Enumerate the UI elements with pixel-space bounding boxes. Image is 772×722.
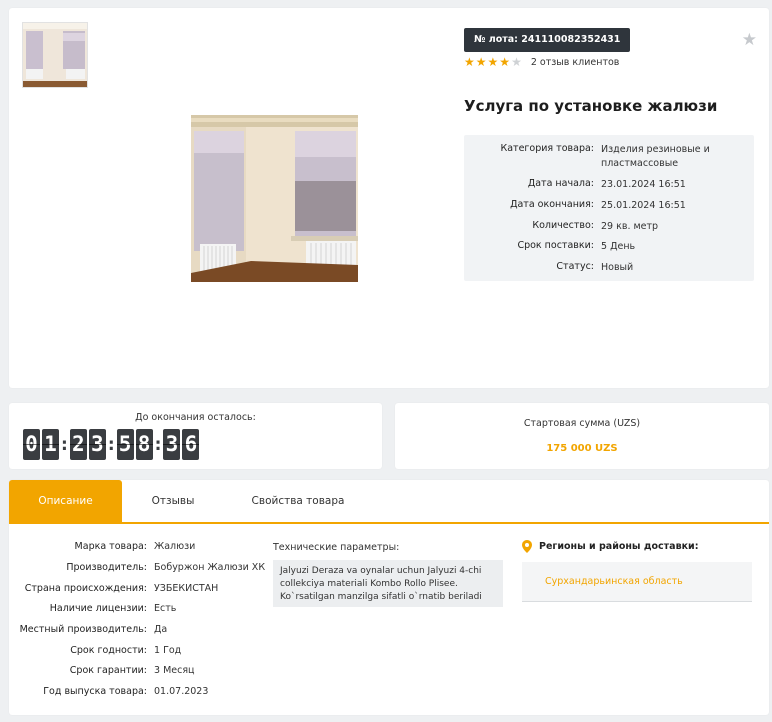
product-main-image[interactable] xyxy=(191,115,358,282)
spec-value: 1 Год xyxy=(154,645,182,656)
timer-digit: 8 xyxy=(135,429,153,460)
technical-param-line: collekciya materiali Kombo Rollo Plisee. xyxy=(280,579,458,589)
info-label: Статус: xyxy=(556,261,594,272)
spec-label: Страна происхождения: xyxy=(24,583,147,594)
timer-digit: 2 xyxy=(69,429,87,460)
spec-label: Срок годности: xyxy=(70,645,147,656)
timer-digit: 5 xyxy=(116,429,134,460)
timer-separator: : xyxy=(61,434,68,455)
spec-value: Бобуржон Жалюзи ХК xyxy=(154,562,266,573)
technical-params-box: Jalyuzi Deraza va oynalar uchun Jalyuzi … xyxy=(273,560,503,607)
info-label: Дата окончания: xyxy=(510,199,594,210)
map-pin-icon xyxy=(522,540,532,553)
countdown-timer: 0 1 : 2 3 : 5 8 : 3 6 xyxy=(23,429,201,460)
spec-row-country: Страна происхождения: УЗБЕКИСТАН xyxy=(9,583,259,597)
info-label: Количество: xyxy=(532,220,594,231)
rating-star-empty-icon: ★ xyxy=(511,55,522,69)
info-value: 25.01.2024 16:51 xyxy=(601,200,686,211)
countdown-label: До окончания осталось: xyxy=(135,412,256,423)
timer-digit: 3 xyxy=(88,429,106,460)
spec-value: 3 Месяц xyxy=(154,665,195,676)
timer-digit: 1 xyxy=(42,429,59,460)
spec-value: Жалюзи xyxy=(154,541,196,552)
info-label: Категория товара: xyxy=(500,143,594,154)
rating: ★ ★ ★ ★ ★ 2 отзыв клиентов xyxy=(464,55,619,69)
spec-value: Есть xyxy=(154,603,177,614)
timer-separator: : xyxy=(154,434,162,455)
info-label: Срок поставки: xyxy=(517,240,594,251)
spec-row-warranty: Срок гарантии: 3 Месяц xyxy=(9,665,259,679)
start-sum-card: Стартовая сумма (UZS) 175 000 UZS xyxy=(395,403,769,469)
spec-row-release-year: Год выпуска товара: 01.07.2023 xyxy=(9,686,259,700)
info-value: 5 День xyxy=(601,241,636,252)
spec-row-license: Наличие лицензии: Есть xyxy=(9,603,259,617)
delivery-region-list: Сурхандарьинская область xyxy=(522,562,752,602)
tab-reviews[interactable]: Отзывы xyxy=(127,480,219,522)
technical-param-line: Jalyuzi Deraza va oynalar uchun Jalyuzi … xyxy=(280,566,482,576)
rating-star-icon: ★ xyxy=(475,55,487,69)
timer-digit: 6 xyxy=(182,429,200,460)
timer-digit: 0 xyxy=(23,429,40,460)
start-sum-label: Стартовая сумма (UZS) xyxy=(523,418,641,429)
spec-label: Местный производитель: xyxy=(19,624,147,635)
countdown-card: До окончания осталось: 0 1 : 2 3 : 5 8 :… xyxy=(9,403,382,469)
timer-digit: 3 xyxy=(163,429,181,460)
start-sum-value: 175 000 UZS xyxy=(546,443,618,454)
reviews-count-link[interactable]: 2 отзыв клиентов xyxy=(531,57,620,68)
tab-description[interactable]: Описание xyxy=(9,480,122,522)
delivery-region-item[interactable]: Сурхандарьинская область xyxy=(545,576,683,587)
product-card: № лота: 241110082352431 ★ ★ ★ ★ ★ ★ 2 от… xyxy=(9,8,769,388)
product-thumbnail[interactable] xyxy=(22,22,88,88)
info-value: 23.01.2024 16:51 xyxy=(601,179,686,190)
info-value: Изделия резиновые и пластмассовые xyxy=(601,144,710,169)
rating-star-icon: ★ xyxy=(499,55,511,69)
spec-row-shelf-life: Срок годности: 1 Год xyxy=(9,645,259,659)
spec-label: Марка товара: xyxy=(74,541,147,552)
product-title: Услуга по установке жалюзи xyxy=(464,97,718,115)
rating-star-icon: ★ xyxy=(487,55,499,69)
timer-separator: : xyxy=(107,434,115,455)
spec-row-manufacturer: Производитель: Бобуржон Жалюзи ХК xyxy=(9,562,265,576)
spec-label: Наличие лицензии: xyxy=(49,603,147,614)
spec-label: Срок гарантии: xyxy=(69,665,147,676)
info-value: 29 кв. метр xyxy=(601,221,659,232)
rating-star-icon: ★ xyxy=(464,55,475,69)
spec-value: 01.07.2023 xyxy=(154,686,209,697)
delivery-regions-title: Регионы и районы доставки: xyxy=(522,540,699,553)
details-tabs: Описание Отзывы Свойства товара xyxy=(9,480,769,524)
lot-number-badge: № лота: 241110082352431 xyxy=(464,28,631,52)
favorite-star-icon[interactable]: ★ xyxy=(742,30,757,50)
spec-row-brand: Марка товара: Жалюзи xyxy=(9,541,259,555)
technical-param-line: Ko`rsatilgan manzilga sifatli o`rnatib b… xyxy=(280,592,482,602)
details-card: Описание Отзывы Свойства товара Марка то… xyxy=(9,480,769,715)
spec-row-local-producer: Местный производитель: Да xyxy=(9,624,259,638)
spec-value: УЗБЕКИСТАН xyxy=(154,583,219,594)
info-value: Новый xyxy=(601,262,634,273)
spec-value: Да xyxy=(154,624,168,635)
product-info-table: Категория товара: Изделия резиновые и пл… xyxy=(464,135,754,281)
info-label: Дата начала: xyxy=(527,178,594,189)
spec-label: Производитель: xyxy=(66,562,147,573)
spec-label: Год выпуска товара: xyxy=(43,686,147,697)
technical-params-title: Технические параметры: xyxy=(273,542,400,553)
delivery-regions-label: Регионы и районы доставки: xyxy=(539,541,699,552)
tab-product-properties[interactable]: Свойства товара xyxy=(241,480,355,522)
